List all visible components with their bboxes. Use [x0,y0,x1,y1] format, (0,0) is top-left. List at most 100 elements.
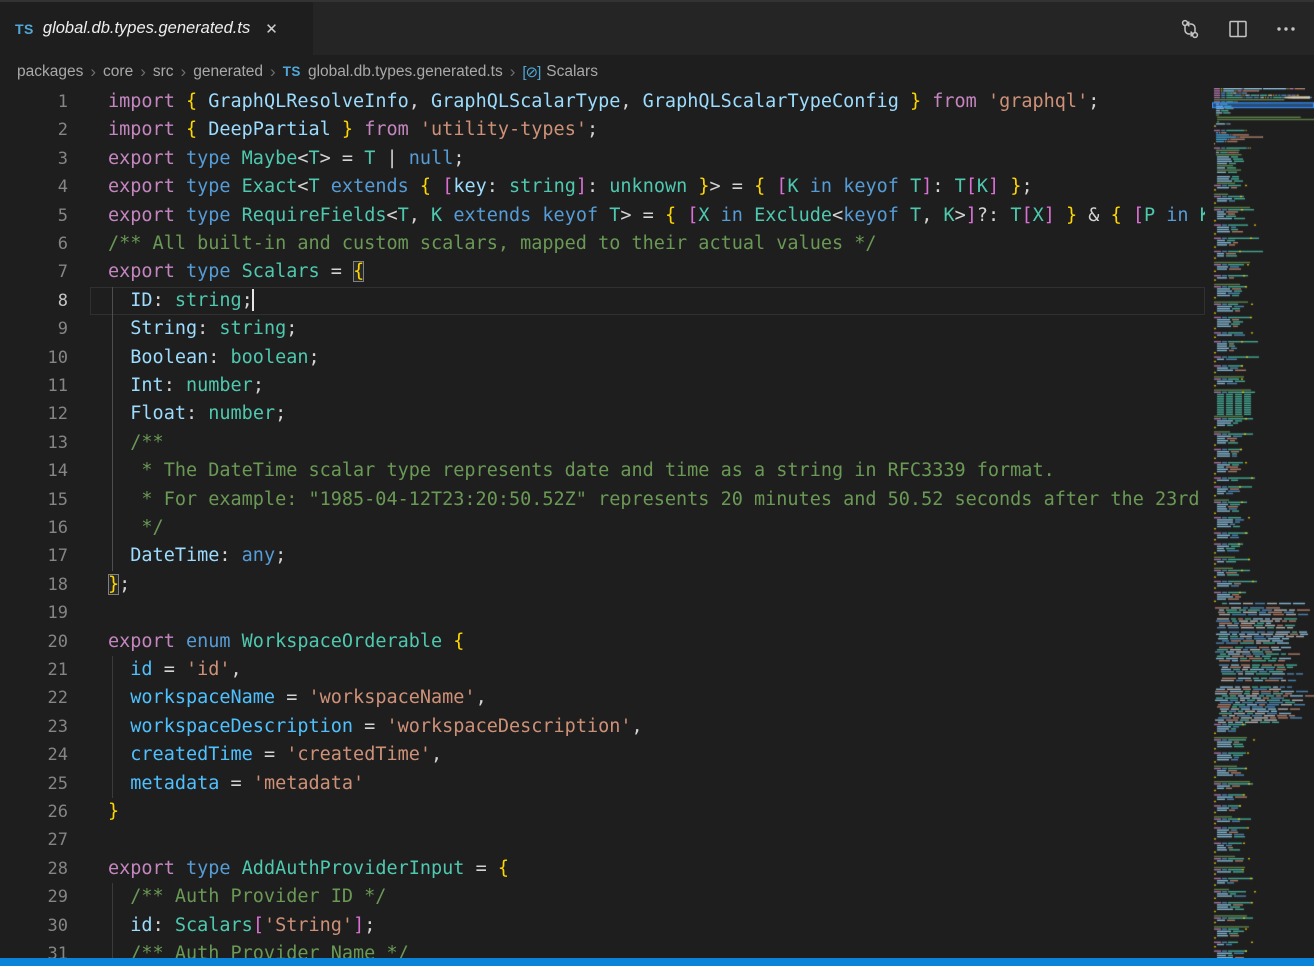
line-number: 9 [0,315,68,343]
line-number: 7 [0,258,68,286]
code-line[interactable]: 25 metadata = 'metadata' [0,770,1205,798]
code-text: /** [108,429,1205,457]
code-text: id = 'id', [108,656,1205,684]
code-text: metadata = 'metadata' [108,770,1205,798]
code-line[interactable]: 20export enum WorkspaceOrderable { [0,628,1205,656]
line-number: 5 [0,202,68,230]
code-line[interactable]: 18}; [0,571,1205,599]
breadcrumb: packages›core›src›generated›TSglobal.db.… [0,55,1314,88]
code-line[interactable]: 10 Boolean: boolean; [0,344,1205,372]
code-text: createdTime = 'createdTime', [108,741,1205,769]
code-text: * The DateTime scalar type represents da… [108,457,1205,485]
line-number: 26 [0,798,68,826]
vscode-window: TS global.db.types.generated.ts ✕ [0,0,1314,966]
code-line[interactable]: 5export type RequireFields<T, K extends … [0,202,1205,230]
line-number: 20 [0,628,68,656]
line-number: 8 [0,287,68,315]
code-text: } [108,798,1205,826]
code-line[interactable]: 29 /** Auth Provider ID */ [0,883,1205,911]
line-number: 22 [0,684,68,712]
line-number: 11 [0,372,68,400]
code-text: id: Scalars['String']; [108,912,1205,940]
line-number: 25 [0,770,68,798]
code-line[interactable]: 27 [0,826,1205,854]
line-number: 2 [0,116,68,144]
code-text: export type Exact<T extends { [key: stri… [108,173,1205,201]
code-line[interactable]: 7 export type Scalars = { [0,258,1205,286]
tab-global-db-types-generated-ts[interactable]: TS global.db.types.generated.ts ✕ [0,2,313,55]
breadcrumb-item-generated[interactable]: generated [193,63,263,81]
code-line[interactable]: 13 /** [0,429,1205,457]
minimap[interactable] [1212,88,1314,966]
code-line[interactable]: 24 createdTime = 'createdTime', [0,741,1205,769]
more-actions-icon[interactable] [1274,17,1298,41]
code-line[interactable]: 17 DateTime: any; [0,542,1205,570]
breadcrumb-item-src[interactable]: src [153,63,174,81]
text-cursor [252,289,254,311]
code-line[interactable]: 28export type AddAuthProviderInput = { [0,855,1205,883]
code-line[interactable]: 6/** All built-in and custom scalars, ma… [0,230,1205,258]
code-line[interactable]: 9 String: string; [0,315,1205,343]
code-line[interactable]: 15 * For example: "1985-04-12T23:20:50.5… [0,486,1205,514]
code-line[interactable]: 22 workspaceName = 'workspaceName', [0,684,1205,712]
line-number: 14 [0,457,68,485]
line-number: 21 [0,656,68,684]
code-line[interactable]: 3export type Maybe<T> = T | null; [0,145,1205,173]
code-text [108,826,1205,854]
editor-actions [1178,2,1314,55]
typescript-file-icon: TS [15,21,34,37]
chevron-right-icon: › [510,63,516,80]
code-text: export type AddAuthProviderInput = { [108,855,1205,883]
close-tab-icon[interactable]: ✕ [262,18,281,40]
code-text: Float: number; [108,400,1205,428]
code-text: ID: string; [108,287,1205,315]
chevron-right-icon: › [181,63,187,80]
code-line[interactable]: 26} [0,798,1205,826]
code-line[interactable]: 19 [0,599,1205,627]
code-line[interactable]: 8 ID: string; [0,287,1205,315]
line-number: 4 [0,173,68,201]
code-text: String: string; [108,315,1205,343]
code-line[interactable]: 1import { GraphQLResolveInfo, GraphQLSca… [0,88,1205,116]
breadcrumb-item-file[interactable]: global.db.types.generated.ts [308,63,503,81]
split-editor-icon[interactable] [1226,17,1250,41]
symbol-type-icon: [⊘] [522,63,540,81]
chevron-right-icon: › [90,63,96,80]
line-number: 16 [0,514,68,542]
breadcrumb-item-packages[interactable]: packages [17,63,83,81]
code-text [108,599,1205,627]
code-text: export type Scalars = { [108,258,1205,286]
tab-bar: TS global.db.types.generated.ts ✕ [0,0,1314,55]
breadcrumb-item-symbol[interactable]: Scalars [546,63,598,81]
code-line[interactable]: 11 Int: number; [0,372,1205,400]
code-text: }; [108,571,1205,599]
code-line[interactable]: 12 Float: number; [0,400,1205,428]
code-line[interactable]: 30 id: Scalars['String']; [0,912,1205,940]
code-line[interactable]: 23 workspaceDescription = 'workspaceDesc… [0,713,1205,741]
code-line[interactable]: 14 * The DateTime scalar type represents… [0,457,1205,485]
line-number: 19 [0,599,68,627]
line-number: 18 [0,571,68,599]
code-text: DateTime: any; [108,542,1205,570]
line-number: 17 [0,542,68,570]
line-number: 29 [0,883,68,911]
code-line[interactable]: 2 import { DeepPartial } from 'utility-ty… [0,116,1205,144]
line-number: 12 [0,400,68,428]
editor[interactable]: 1import { GraphQLResolveInfo, GraphQLSca… [0,88,1314,966]
code-text: Boolean: boolean; [108,344,1205,372]
code-line[interactable]: 16 */ [0,514,1205,542]
open-changes-icon[interactable] [1178,17,1202,41]
line-number: 24 [0,741,68,769]
line-number: 13 [0,429,68,457]
code-line[interactable]: 21 id = 'id', [0,656,1205,684]
line-number: 10 [0,344,68,372]
chevron-right-icon: › [270,63,276,80]
line-number: 23 [0,713,68,741]
code-text: import { DeepPartial } from 'utility-typ… [108,116,1205,144]
code-text: workspaceDescription = 'workspaceDescrip… [108,713,1205,741]
code-line[interactable]: 4 export type Exact<T extends { [key: str… [0,173,1205,201]
breadcrumb-item-core[interactable]: core [103,63,133,81]
code-text: * For example: "1985-04-12T23:20:50.52Z"… [108,486,1205,514]
line-number: 6 [0,230,68,258]
line-number: 27 [0,826,68,854]
